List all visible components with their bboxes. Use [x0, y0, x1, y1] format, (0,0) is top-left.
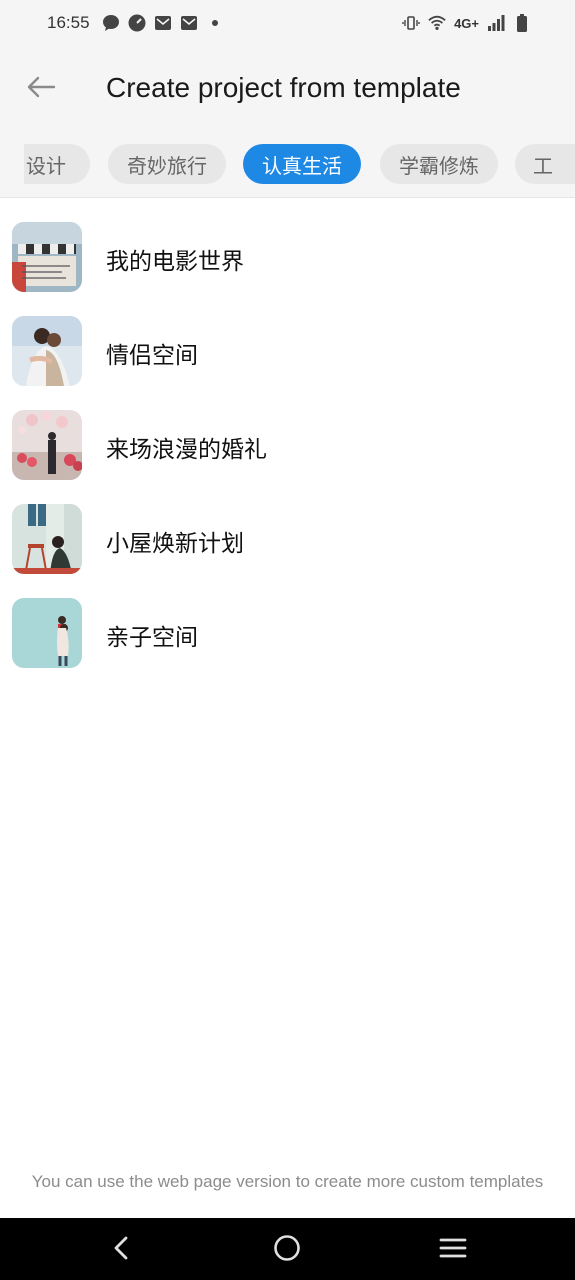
chat-bubble-icon: [102, 14, 120, 32]
tab-label: 工: [533, 153, 553, 178]
arrow-left-icon: [26, 75, 56, 103]
template-item-parent-child[interactable]: 亲子空间: [0, 581, 575, 675]
template-item-romantic-wedding[interactable]: 来场浪漫的婚礼: [0, 393, 575, 487]
tab-serious-life[interactable]: 认真生活: [243, 144, 361, 184]
wifi-icon: [428, 14, 446, 32]
tab-label: 认真生活: [262, 153, 342, 178]
status-time: 16:55: [47, 13, 90, 32]
tab-travel[interactable]: 奇妙旅行: [108, 144, 226, 184]
home-circle-icon: [272, 1233, 302, 1267]
menu-lines-icon: [439, 1236, 467, 1264]
category-tab-bar: 设计 奇妙旅行 认真生活 学霸修炼 工: [0, 132, 575, 198]
template-title: 小屋焕新计划: [106, 531, 244, 557]
speedometer-icon: [128, 14, 146, 32]
template-thumbnail: [12, 410, 82, 480]
template-item-movie-world[interactable]: 我的电影世界: [0, 205, 575, 299]
template-thumbnail: [12, 222, 82, 292]
signal-icon: [487, 14, 505, 32]
nav-home-button[interactable]: [269, 1232, 305, 1268]
dot-icon: [206, 14, 224, 32]
template-title: 来场浪漫的婚礼: [106, 437, 267, 463]
app-bar: Create project from template: [0, 48, 575, 132]
template-thumbnail: [12, 316, 82, 386]
page-title: Create project from template: [106, 72, 461, 103]
tab-work[interactable]: 工: [515, 144, 575, 184]
back-button[interactable]: [22, 72, 60, 106]
template-item-home-renovation[interactable]: 小屋焕新计划: [0, 487, 575, 581]
template-title: 情侣空间: [106, 343, 198, 369]
tab-label: 学霸修炼: [399, 153, 479, 178]
tab-label: 奇妙旅行: [127, 153, 207, 178]
mail-icon: [180, 14, 198, 32]
battery-icon: [513, 14, 531, 32]
template-item-couple-space[interactable]: 情侣空间: [0, 299, 575, 393]
template-thumbnail: [12, 504, 82, 574]
status-bar: 16:55 4G+: [0, 0, 575, 48]
back-chevron-icon: [111, 1235, 131, 1265]
nav-back-button[interactable]: [103, 1232, 139, 1268]
tab-label: 设计: [26, 153, 66, 178]
mail-icon: [154, 14, 172, 32]
system-icons: 4G+: [402, 14, 531, 32]
template-thumbnail: [12, 598, 82, 668]
notification-icons: [102, 14, 224, 32]
template-list: 我的电影世界 情侣空间 来场浪漫的婚礼 小屋焕新计划 亲子空间: [0, 205, 575, 675]
nav-menu-button[interactable]: [435, 1232, 471, 1268]
tab-scroll-edge: [0, 132, 24, 197]
tab-study[interactable]: 学霸修炼: [380, 144, 498, 184]
system-nav-bar: [0, 1218, 575, 1280]
template-title: 亲子空间: [106, 625, 198, 651]
template-title: 我的电影世界: [106, 249, 244, 275]
vibrate-icon: [402, 14, 420, 32]
network-type: 4G+: [454, 15, 479, 31]
footer-hint: You can use the web page version to crea…: [31, 1172, 544, 1191]
